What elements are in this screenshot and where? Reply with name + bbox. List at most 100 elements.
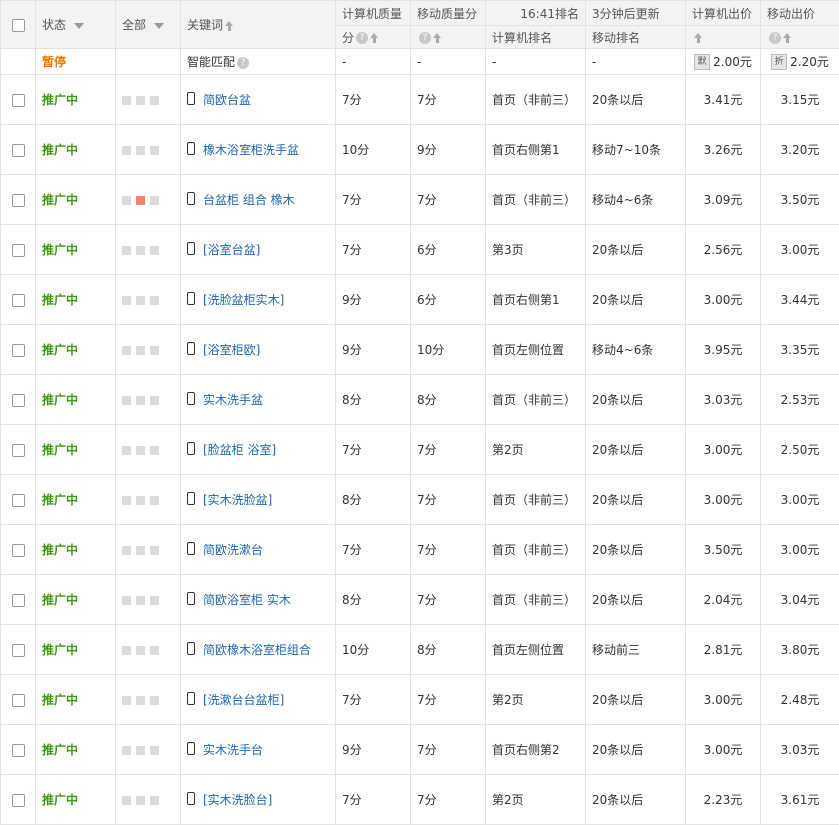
row-mobile-bid[interactable]: 3.61元	[761, 775, 839, 825]
row-pc-bid[interactable]: 2.23元	[686, 775, 761, 825]
row-pc-bid[interactable]: 3.41元	[686, 75, 761, 125]
row-mobile-bid[interactable]: 2.50元	[761, 425, 839, 475]
keyword-link[interactable]: 简欧台盆	[203, 93, 251, 107]
row-mobile-bid[interactable]: 3.04元	[761, 575, 839, 625]
row-pc-bid[interactable]: 2.81元	[686, 625, 761, 675]
row-checkbox-cell[interactable]	[1, 525, 36, 575]
row-checkbox-cell[interactable]	[1, 725, 36, 775]
row-checkbox-cell[interactable]	[1, 475, 36, 525]
help-icon[interactable]: ?	[237, 57, 249, 69]
row-keyword[interactable]: 简欧洗漱台	[181, 525, 336, 575]
row-checkbox-cell[interactable]	[1, 375, 36, 425]
row-checkbox-cell[interactable]	[1, 425, 36, 475]
row-pc-bid[interactable]: 3.03元	[686, 375, 761, 425]
row-checkbox-cell[interactable]	[1, 125, 36, 175]
row-mobile-bid[interactable]: 3.80元	[761, 625, 839, 675]
row-pc-bid[interactable]: 3.50元	[686, 525, 761, 575]
row-checkbox-cell[interactable]	[1, 225, 36, 275]
keyword-header[interactable]: 关键词	[181, 1, 336, 49]
row-checkbox[interactable]	[12, 94, 25, 107]
row-checkbox[interactable]	[12, 244, 25, 257]
row-mobile-bid[interactable]: 3.00元	[761, 475, 839, 525]
row-mobile-bid[interactable]: 3.20元	[761, 125, 839, 175]
help-icon[interactable]: ?	[356, 32, 368, 44]
row-mobile-bid[interactable]: 3.00元	[761, 225, 839, 275]
row-checkbox[interactable]	[12, 794, 25, 807]
row-keyword[interactable]: [洗脸盆柜实木]	[181, 275, 336, 325]
row-checkbox[interactable]	[12, 194, 25, 207]
row-pc-bid[interactable]: 3.09元	[686, 175, 761, 225]
row-pc-bid[interactable]: 3.00元	[686, 725, 761, 775]
mobile-quality-sub[interactable]: ?	[411, 26, 486, 49]
keyword-link[interactable]: 台盆柜 组合 橡木	[203, 193, 295, 207]
row-mobile-bid[interactable]: 3.44元	[761, 275, 839, 325]
row-checkbox-cell[interactable]	[1, 775, 36, 825]
select-all-checkbox[interactable]	[12, 19, 25, 32]
row-checkbox-cell[interactable]	[1, 325, 36, 375]
row-keyword[interactable]: [实木洗脸台]	[181, 775, 336, 825]
keyword-link[interactable]: [实木洗脸台]	[203, 793, 272, 807]
pc-bid-sort[interactable]	[686, 26, 761, 49]
row-checkbox-cell[interactable]	[1, 575, 36, 625]
row-mobile-bid[interactable]: 3.03元	[761, 725, 839, 775]
row-pc-bid[interactable]: 2.56元	[686, 225, 761, 275]
keyword-link[interactable]: [浴室柜欧]	[203, 343, 260, 357]
keyword-link[interactable]: 简欧橡木浴室柜组合	[203, 643, 311, 657]
summary-mobile-bid[interactable]: 折2.20元	[761, 49, 839, 75]
keyword-link[interactable]: 实木洗手台	[203, 743, 263, 757]
row-checkbox-cell[interactable]	[1, 75, 36, 125]
row-mobile-bid[interactable]: 3.15元	[761, 75, 839, 125]
row-checkbox[interactable]	[12, 344, 25, 357]
help-icon[interactable]: ?	[419, 32, 431, 44]
row-checkbox[interactable]	[12, 544, 25, 557]
keyword-link[interactable]: [洗漱台台盆柜]	[203, 693, 284, 707]
row-keyword[interactable]: 简欧橡木浴室柜组合	[181, 625, 336, 675]
summary-pc-bid[interactable]: 默2.00元	[686, 49, 761, 75]
row-keyword[interactable]: [洗漱台台盆柜]	[181, 675, 336, 725]
row-checkbox-cell[interactable]	[1, 625, 36, 675]
keyword-link[interactable]: 实木洗手盆	[203, 393, 263, 407]
status-dropdown-icon[interactable]	[74, 23, 84, 29]
row-pc-bid[interactable]: 3.00元	[686, 425, 761, 475]
sort-up-icon[interactable]	[370, 33, 379, 43]
keyword-link[interactable]: [洗脸盆柜实木]	[203, 293, 284, 307]
all-dropdown-icon[interactable]	[154, 23, 164, 29]
keyword-link[interactable]: [实木洗脸盆]	[203, 493, 272, 507]
row-keyword[interactable]: 简欧浴室柜 实木	[181, 575, 336, 625]
help-icon[interactable]: ?	[769, 32, 781, 44]
keyword-link[interactable]: [脸盆柜 浴室]	[203, 443, 276, 457]
sort-up-icon[interactable]	[225, 21, 234, 31]
row-mobile-bid[interactable]: 2.53元	[761, 375, 839, 425]
row-keyword[interactable]: [脸盆柜 浴室]	[181, 425, 336, 475]
row-keyword[interactable]: [浴室台盆]	[181, 225, 336, 275]
keyword-link[interactable]: 简欧浴室柜 实木	[203, 593, 291, 607]
all-filter-header[interactable]: 全部	[116, 1, 181, 49]
sort-up-icon[interactable]	[783, 33, 792, 43]
row-pc-bid[interactable]: 3.95元	[686, 325, 761, 375]
row-keyword[interactable]: 橡木浴室柜洗手盆	[181, 125, 336, 175]
row-keyword[interactable]: [实木洗脸盆]	[181, 475, 336, 525]
row-pc-bid[interactable]: 3.00元	[686, 475, 761, 525]
row-checkbox[interactable]	[12, 294, 25, 307]
row-checkbox-cell[interactable]	[1, 175, 36, 225]
row-checkbox[interactable]	[12, 644, 25, 657]
row-checkbox[interactable]	[12, 694, 25, 707]
row-pc-bid[interactable]: 3.26元	[686, 125, 761, 175]
row-checkbox[interactable]	[12, 494, 25, 507]
select-all-cell[interactable]	[1, 1, 36, 49]
row-checkbox[interactable]	[12, 744, 25, 757]
row-checkbox[interactable]	[12, 594, 25, 607]
row-checkbox[interactable]	[12, 394, 25, 407]
row-mobile-bid[interactable]: 3.50元	[761, 175, 839, 225]
row-mobile-bid[interactable]: 2.48元	[761, 675, 839, 725]
row-keyword[interactable]: 简欧台盆	[181, 75, 336, 125]
row-keyword[interactable]: 实木洗手盆	[181, 375, 336, 425]
row-checkbox[interactable]	[12, 144, 25, 157]
row-mobile-bid[interactable]: 3.35元	[761, 325, 839, 375]
row-checkbox-cell[interactable]	[1, 275, 36, 325]
sort-up-icon[interactable]	[694, 33, 703, 43]
row-checkbox-cell[interactable]	[1, 675, 36, 725]
mobile-bid-sort[interactable]: ?	[761, 26, 839, 49]
row-pc-bid[interactable]: 3.00元	[686, 675, 761, 725]
row-mobile-bid[interactable]: 3.00元	[761, 525, 839, 575]
